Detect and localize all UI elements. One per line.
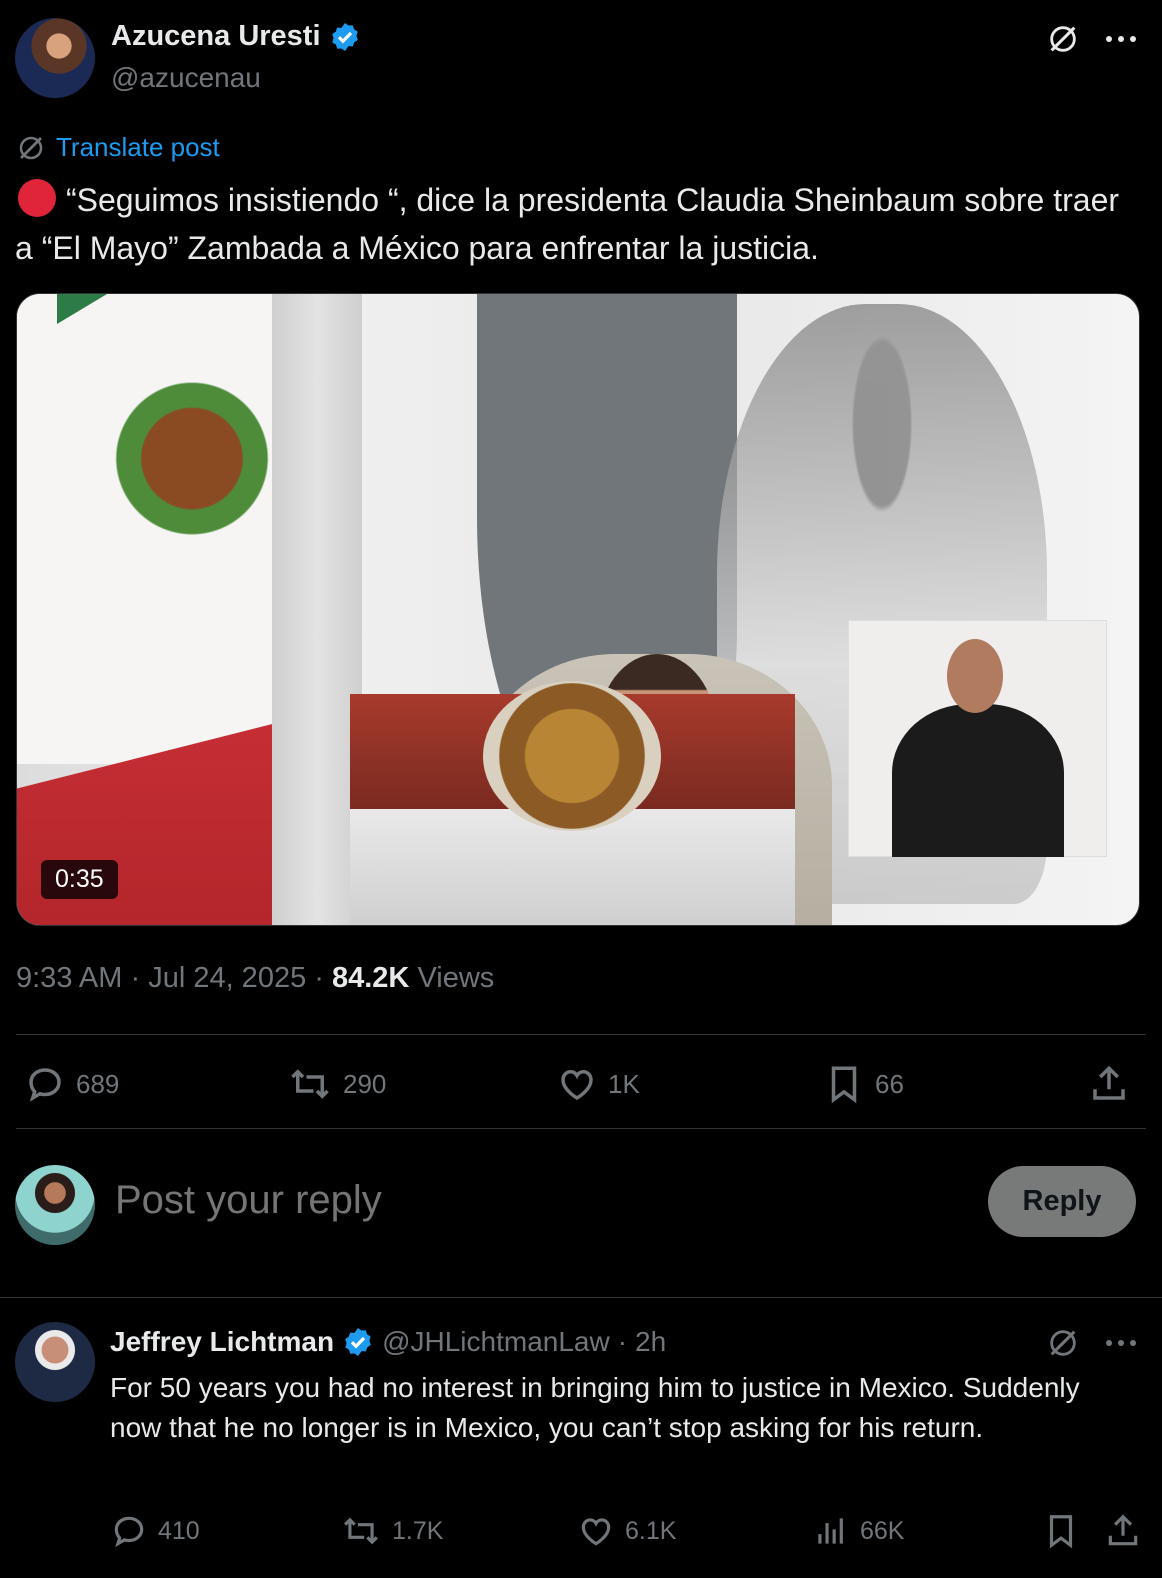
divider (0, 1297, 1162, 1298)
author-name-row[interactable]: Azucena Uresti (111, 20, 361, 53)
reply-text: For 50 years you had no interest in brin… (110, 1372, 1080, 1443)
reply-top-actions (1046, 1326, 1138, 1360)
video-duration: 0:35 (41, 860, 118, 899)
repost-icon (291, 1069, 329, 1099)
author-handle[interactable]: @azucenau (111, 62, 261, 94)
reply-input[interactable] (115, 1178, 935, 1223)
reply-author-handle[interactable]: @JHLichtmanLaw (382, 1326, 610, 1358)
post-body: “Seguimos insistiendo “, dice la preside… (15, 182, 1120, 266)
reply-author-name[interactable]: Jeffrey Lichtman (110, 1326, 334, 1358)
reply-button[interactable]: 689 (24, 1063, 119, 1105)
reply-reply-count: 410 (158, 1516, 200, 1545)
red-circle-emoji (18, 179, 56, 217)
reply-count: 689 (76, 1068, 120, 1099)
verified-badge-icon (345, 1328, 371, 1356)
grok-icon[interactable] (1046, 1326, 1080, 1360)
post-text: “Seguimos insistiendo “, dice la preside… (15, 176, 1145, 272)
reply-repost-button[interactable]: 1.7K (340, 1512, 443, 1550)
reply-share-button[interactable] (1104, 1512, 1142, 1550)
grok-icon (19, 136, 43, 159)
like-icon (561, 1069, 593, 1101)
share-icon (1108, 1514, 1138, 1546)
verified-badge-icon (331, 23, 358, 52)
reply-time[interactable]: 2h (635, 1326, 666, 1358)
bookmark-count: 66 (875, 1068, 904, 1099)
reply-views-button[interactable]: 66K (812, 1512, 904, 1550)
more-icon[interactable] (1104, 1338, 1138, 1348)
translate-post-link[interactable]: Translate post (16, 132, 220, 163)
divider (16, 1128, 1146, 1129)
views-count: 84.2K (331, 962, 410, 994)
divider (16, 1034, 1146, 1035)
reply-author-avatar[interactable] (15, 1322, 95, 1402)
share-icon (1093, 1065, 1125, 1100)
post-top-actions (1046, 22, 1138, 56)
author-avatar[interactable] (15, 18, 95, 98)
reply-icon (114, 1516, 144, 1548)
bookmark-icon (831, 1066, 857, 1104)
repost-icon (344, 1517, 378, 1545)
translate-post-label[interactable]: Translate post (56, 132, 220, 163)
reply-submit-button[interactable]: Reply (988, 1166, 1136, 1237)
share-button[interactable] (1088, 1063, 1130, 1105)
reply-reply-button[interactable]: 410 (110, 1512, 200, 1550)
bookmark-button[interactable]: 66 (823, 1063, 904, 1105)
more-icon[interactable] (1104, 34, 1138, 44)
repost-button[interactable]: 290 (287, 1063, 386, 1105)
views-label: Views (417, 962, 495, 994)
author-name[interactable]: Azucena Uresti (111, 20, 321, 52)
video-frame-crest (72, 364, 272, 574)
like-icon (581, 1518, 611, 1546)
like-button[interactable]: 1K (556, 1063, 640, 1105)
video-player[interactable]: 0:35 (16, 293, 1140, 926)
video-frame-interpreter (892, 704, 1064, 857)
separator-dot: · (617, 1326, 628, 1357)
bookmark-icon (1049, 1515, 1073, 1549)
video-frame-seal (483, 681, 661, 831)
reply-bookmark-button[interactable] (1042, 1512, 1080, 1550)
reply-like-count: 6.1K (625, 1516, 677, 1545)
current-user-avatar[interactable] (15, 1165, 95, 1245)
video-frame-pillar (272, 294, 362, 925)
like-count: 1K (608, 1068, 640, 1099)
repost-count: 290 (343, 1068, 387, 1099)
grok-icon[interactable] (1046, 22, 1080, 56)
reply-header: Jeffrey Lichtman @JHLichtmanLaw · 2h (110, 1326, 666, 1358)
reply-like-button[interactable]: 6.1K (577, 1512, 676, 1550)
reply-icon (29, 1068, 61, 1102)
video-frame-interpreter-head (947, 639, 1003, 713)
reply-views-count: 66K (860, 1516, 905, 1545)
post-date[interactable]: Jul 24, 2025 (148, 962, 306, 994)
post-meta: 9:33 AM · Jul 24, 2025 · 84.2K Views (16, 962, 495, 994)
reply-repost-count: 1.7K (392, 1516, 444, 1545)
views-icon (818, 1518, 843, 1544)
post-time[interactable]: 9:33 AM (16, 962, 122, 994)
